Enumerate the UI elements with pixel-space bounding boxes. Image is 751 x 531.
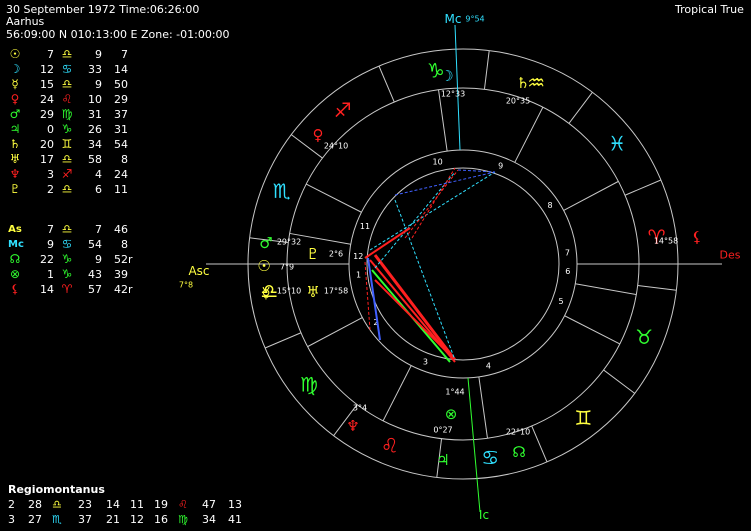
lilith-degree: 14°58	[654, 237, 678, 246]
aspect-line	[369, 171, 496, 251]
midheaven-degree: 9°54	[465, 15, 484, 24]
midheaven-label: Mc	[445, 12, 462, 26]
mars-degree: 29°32	[277, 238, 301, 247]
neptune-icon: ♆	[346, 417, 359, 435]
scorpio-icon: ♏	[273, 179, 291, 203]
jupiter-icon: ♃	[436, 451, 449, 469]
aspect-line	[364, 227, 411, 259]
sign-divider	[624, 179, 662, 196]
aquarius-icon: ♒	[527, 71, 545, 95]
ascendant-label: Asc	[188, 264, 209, 278]
imum-coeli-axis	[467, 377, 481, 513]
pisces-icon: ♓	[608, 132, 626, 156]
north-node-degree: 22°10	[506, 428, 530, 437]
taurus-icon: ♉	[635, 325, 653, 349]
part-of-fortune-degree: 1°44	[445, 388, 464, 397]
moon-degree: 12°33	[441, 90, 465, 99]
pluto-icon: ♇	[306, 245, 319, 263]
house-cusp-line	[305, 183, 362, 213]
natal-chart-wheel: 123 456789101112♎♍♌♋♊♉♈♓♒♑♐♏Asc7°8DesMc 9°…	[179, 12, 741, 522]
mercury-degree: 15°10	[277, 287, 301, 296]
aspect-line	[373, 254, 457, 361]
sign-divider	[264, 332, 302, 349]
house-number-10: 10	[433, 158, 443, 167]
part-of-fortune-icon: ⊗	[445, 405, 458, 423]
cancer-icon: ♋	[481, 446, 499, 470]
house-number-11: 11	[360, 222, 370, 231]
lilith-icon: ⚸	[692, 228, 703, 246]
jupiter-degree: 0°27	[433, 426, 452, 435]
venus-degree: 24°10	[324, 142, 348, 151]
house-number-1: 1	[356, 270, 361, 279]
sign-divider	[603, 369, 636, 394]
wheel-ring-4	[366, 167, 560, 361]
ascendant-degree: 7°8	[179, 281, 193, 290]
pluto-degree: 2°6	[329, 250, 343, 259]
aspect-line	[457, 169, 496, 173]
house-cusp-line	[438, 89, 448, 152]
sign-divider	[531, 425, 548, 463]
imum-coeli-label: Ic	[479, 508, 489, 522]
descendant-label: Des	[720, 249, 741, 262]
house-number-12: 12	[353, 252, 363, 261]
aspect-line	[404, 169, 459, 239]
leo-icon: ♌	[381, 433, 399, 457]
house-cusp-line	[575, 283, 637, 296]
uranus-icon: ♅	[306, 283, 319, 301]
house-number-9: 9	[498, 161, 503, 170]
moon-icon: ☽	[440, 67, 453, 85]
house-cusp-line	[478, 376, 488, 439]
house-cusp-line	[563, 180, 619, 211]
sign-divider	[637, 284, 677, 291]
house-number-6: 6	[565, 267, 570, 276]
house-number-5: 5	[558, 297, 563, 306]
aspect-line	[394, 199, 456, 361]
north-node-icon: ☊	[512, 443, 525, 461]
midheaven-axis	[454, 24, 461, 151]
sign-divider	[483, 50, 490, 90]
gemini-icon: ♊	[574, 406, 592, 430]
saturn-degree: 20°35	[506, 97, 530, 106]
sagittarius-icon: ♐	[334, 98, 352, 122]
house-number-3: 3	[423, 358, 428, 367]
mars-icon: ♂	[259, 234, 272, 252]
sun-degree: 7°9	[280, 263, 294, 272]
house-cusp-line	[307, 317, 363, 348]
saturn-icon: ♄	[516, 74, 529, 92]
house-cusp-line	[382, 365, 412, 422]
sign-divider	[568, 91, 593, 124]
mercury-icon: ☿	[261, 284, 270, 302]
neptune-degree: 3°4	[353, 404, 367, 413]
venus-icon: ♀	[313, 126, 324, 144]
house-number-4: 4	[486, 361, 491, 370]
virgo-icon: ♍	[300, 372, 318, 396]
house-cusp-line	[514, 106, 544, 163]
uranus-degree: 17°58	[324, 287, 348, 296]
sign-divider	[378, 65, 395, 103]
house-cusp-line	[564, 315, 621, 345]
house-number-7: 7	[565, 249, 570, 258]
aspect-line	[374, 279, 456, 361]
sun-icon: ☉	[257, 257, 270, 275]
house-number-8: 8	[548, 201, 553, 210]
